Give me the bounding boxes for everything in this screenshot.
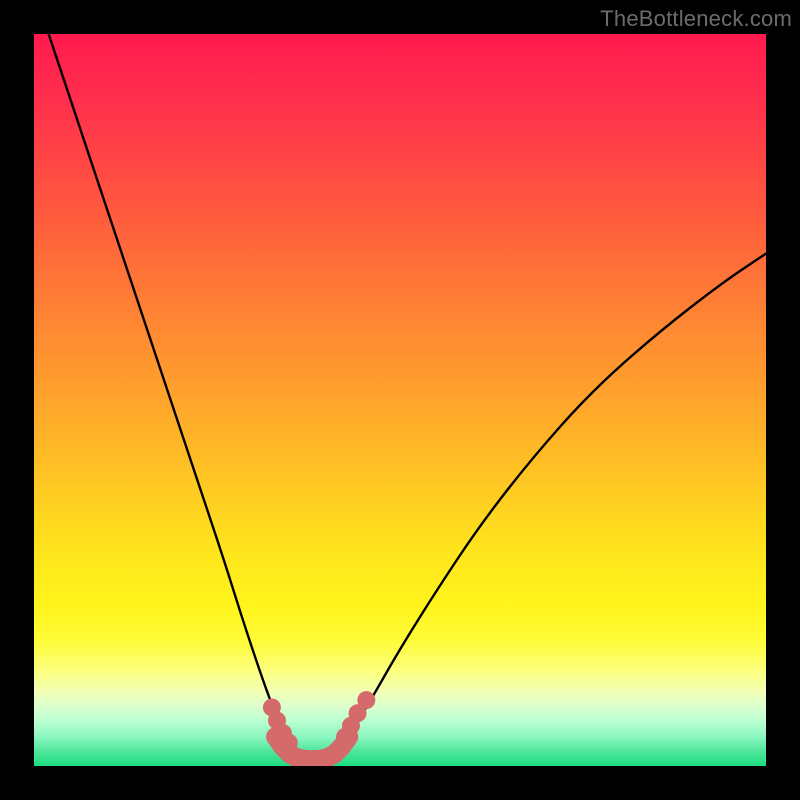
watermark-text: TheBottleneck.com <box>600 6 792 32</box>
data-point <box>357 691 375 709</box>
chart-frame: TheBottleneck.com <box>0 0 800 800</box>
bottom-band <box>276 737 349 760</box>
curve <box>49 34 305 762</box>
curve <box>334 254 766 755</box>
chart-svg <box>34 34 766 766</box>
plot-area <box>34 34 766 766</box>
